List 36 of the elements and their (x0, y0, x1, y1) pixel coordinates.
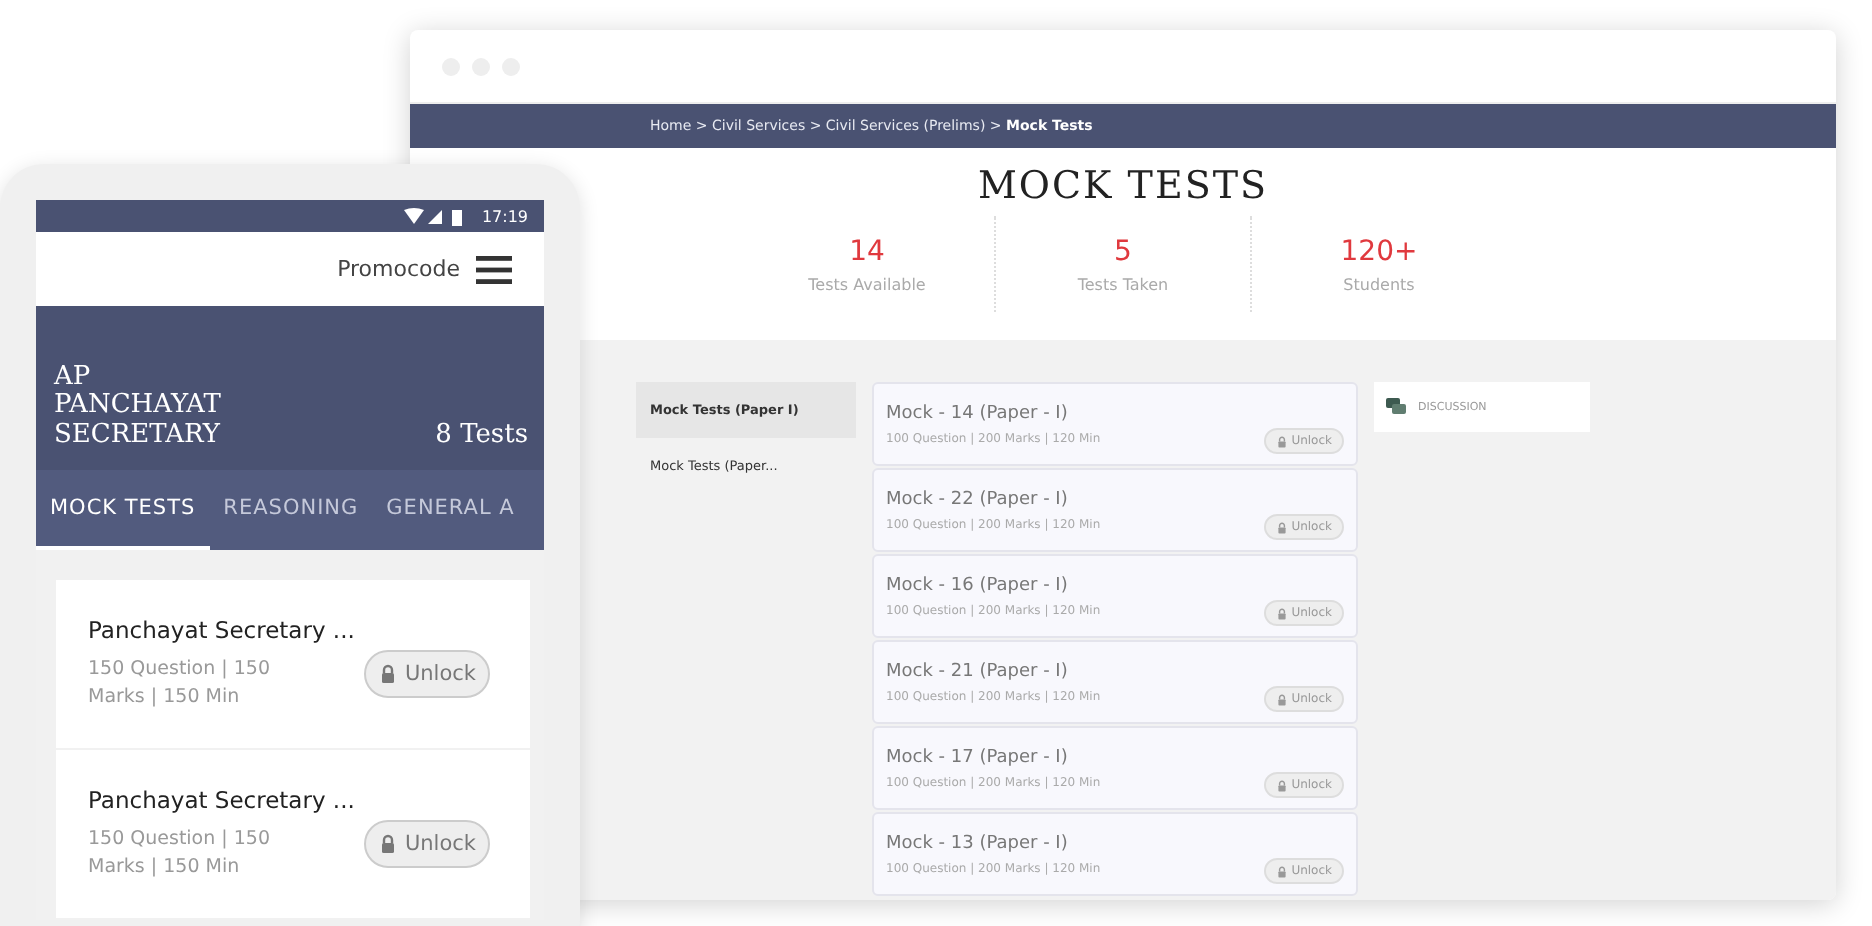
stat-label: Tests Taken (1077, 275, 1169, 293)
lock-icon (378, 834, 399, 854)
test-details: 150 Question | 150 Marks | 150 Min (88, 825, 273, 882)
lock-icon (1275, 865, 1288, 877)
stat-value: 120+ (1340, 235, 1418, 267)
lock-icon (1275, 521, 1288, 533)
test-title: Mock - 14 (Paper - I) (886, 403, 1068, 423)
test-title: Panchayat Secretary ... (88, 785, 355, 814)
category-tab[interactable]: MOCK TESTS (36, 470, 210, 550)
page-title: MOCK TESTS (977, 164, 1269, 208)
menu-icon[interactable] (476, 255, 512, 283)
status-time: 17:19 (481, 207, 528, 225)
test-title: Mock - 17 (Paper - I) (886, 747, 1068, 767)
lock-icon (1275, 693, 1288, 705)
test-title: Mock - 16 (Paper - I) (886, 575, 1068, 595)
stat-label: Students (1343, 275, 1415, 293)
test-details: 150 Question | 150 Marks | 150 Min (88, 655, 273, 712)
test-title: Mock - 13 (Paper - I) (886, 833, 1068, 853)
test-title: Panchayat Secretary ... (88, 615, 355, 644)
category-tab[interactable]: REASONING (209, 470, 373, 550)
lock-icon (1275, 779, 1288, 791)
category-tab[interactable]: GENERAL A (372, 470, 529, 550)
stat-value: 5 (1114, 235, 1132, 267)
lock-icon (1275, 607, 1288, 619)
lock-icon (1275, 435, 1288, 447)
unlock-button[interactable]: Unlock (364, 650, 490, 698)
stat-label: Tests Available (808, 275, 926, 293)
test-title: Mock - 21 (Paper - I) (886, 661, 1068, 681)
course-title: AP PANCHAYAT SECRETARY (54, 364, 223, 450)
chat-icon (1386, 398, 1406, 416)
test-title: Mock - 22 (Paper - I) (886, 489, 1068, 509)
promocode-button[interactable]: Promocode (337, 256, 460, 282)
test-count: 8 Tests (435, 420, 528, 450)
lock-icon (378, 664, 399, 684)
stat-value: 14 (849, 235, 885, 267)
unlock-button[interactable]: Unlock (364, 820, 490, 868)
